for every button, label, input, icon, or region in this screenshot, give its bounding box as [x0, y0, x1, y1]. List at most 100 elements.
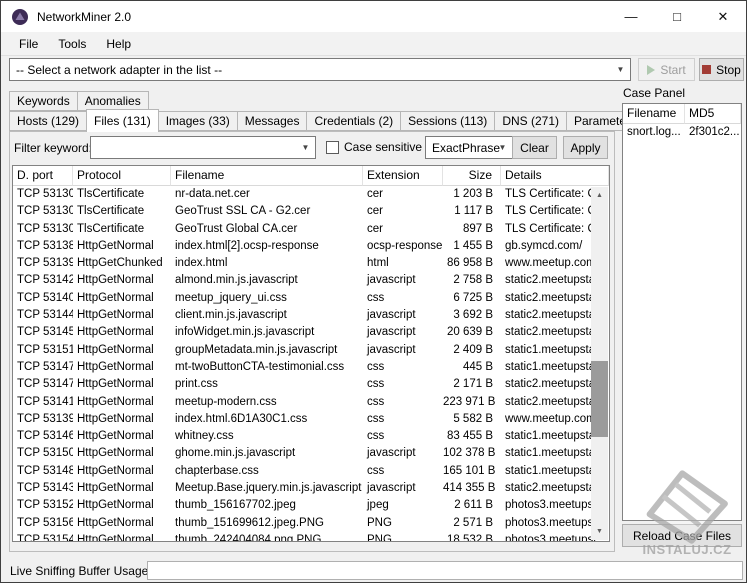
- tab[interactable]: DNS (271): [494, 111, 567, 131]
- table-row[interactable]: TCP 53151 HttpGetNormal groupMetadata.mi…: [13, 342, 609, 359]
- tab[interactable]: Credentials (2): [306, 111, 402, 131]
- table-row[interactable]: TCP 53139 HttpGetNormal index.html.6D1A3…: [13, 411, 609, 428]
- cell-extension: javascript: [367, 309, 416, 322]
- cell-dst-port: TCP 53147: [17, 378, 73, 391]
- tab[interactable]: Files (131): [86, 109, 159, 132]
- table-row[interactable]: TCP 53140 HttpGetNormal meetup_jquery_ui…: [13, 290, 609, 307]
- cell-case-md5: 2f301c2...: [689, 126, 740, 138]
- table-row[interactable]: TCP 53138 HttpGetNormal index.html[2].oc…: [13, 238, 609, 255]
- start-button[interactable]: Start: [638, 58, 695, 81]
- cell-protocol: HttpGetNormal: [77, 482, 154, 495]
- table-row[interactable]: TCP 53141 HttpGetNormal meetup-modern.cs…: [13, 394, 609, 411]
- table-row[interactable]: TCP 53144 HttpGetNormal client.min.js.ja…: [13, 307, 609, 324]
- filter-keyword-input[interactable]: [97, 138, 297, 157]
- tab[interactable]: Hosts (129): [9, 111, 88, 131]
- case-panel-title: Case Panel: [623, 86, 686, 100]
- close-button[interactable]: ✕: [700, 1, 746, 32]
- table-row[interactable]: TCP 53130 TlsCertificate GeoTrust SSL CA…: [13, 203, 609, 220]
- table-row[interactable]: TCP 53156 HttpGetNormal thumb_151699612.…: [13, 515, 609, 532]
- table-row[interactable]: TCP 53148 HttpGetNormal chapterbase.css …: [13, 463, 609, 480]
- column-header[interactable]: Protocol: [73, 166, 171, 186]
- cell-size: 2 758 B: [453, 274, 493, 287]
- column-header[interactable]: D. port: [13, 166, 73, 186]
- table-row[interactable]: TCP 53143 HttpGetNormal Meetup.Base.jque…: [13, 480, 609, 497]
- cell-filename: nr-data.net.cer: [175, 188, 250, 200]
- cell-filename: meetup_jquery_ui.css: [175, 291, 287, 304]
- cell-dst-port: TCP 53138: [17, 239, 73, 252]
- cell-filename: client.min.js.javascript: [175, 309, 287, 322]
- scroll-up-icon[interactable]: ▲: [591, 187, 608, 204]
- case-file-list: Filename MD5 snort.log... 2f301c2...: [622, 103, 742, 521]
- tab[interactable]: Sessions (113): [400, 111, 496, 131]
- stop-button[interactable]: Stop: [699, 58, 744, 81]
- cell-filename: print.css: [175, 378, 218, 391]
- column-header[interactable]: Filename: [623, 104, 685, 124]
- column-header[interactable]: Size: [443, 166, 501, 186]
- cell-extension: ocsp-response: [367, 239, 443, 252]
- table-row[interactable]: TCP 53152 HttpGetNormal thumb_156167702.…: [13, 497, 609, 514]
- network-adapter-select[interactable]: -- Select a network adapter in the list …: [9, 58, 631, 81]
- list-item[interactable]: snort.log... 2f301c2...: [623, 124, 741, 141]
- app-icon[interactable]: [11, 8, 29, 26]
- cell-protocol: HttpGetNormal: [77, 447, 154, 460]
- minimize-button[interactable]: —: [608, 1, 654, 32]
- cell-filename: thumb_156167702.jpeg: [175, 499, 296, 512]
- maximize-button[interactable]: □: [654, 1, 700, 32]
- table-row[interactable]: TCP 53139 HttpGetChunked index.html html…: [13, 255, 609, 272]
- cell-size: 86 958 B: [446, 257, 493, 270]
- cell-dst-port: TCP 53150: [17, 447, 73, 460]
- case-sensitive-checkbox[interactable]: [326, 141, 339, 154]
- tab[interactable]: Messages: [236, 111, 308, 131]
- cell-filename: groupMetadata.min.js.javascript: [175, 343, 338, 356]
- cell-size: 20 639 B: [446, 326, 493, 339]
- table-row[interactable]: TCP 53154 HttpGetNormal thumb_242404084.…: [13, 532, 609, 542]
- table-row[interactable]: TCP 53130 TlsCertificate GeoTrust Global…: [13, 221, 609, 238]
- cell-filename: whitney.css: [175, 430, 234, 443]
- table-row[interactable]: TCP 53146 HttpGetNormal whitney.css css …: [13, 428, 609, 445]
- cell-size: 2 611 B: [454, 499, 493, 512]
- start-button-label: Start: [660, 62, 686, 77]
- column-header[interactable]: Extension: [363, 166, 443, 186]
- cell-protocol: TlsCertificate: [77, 222, 145, 235]
- table-row[interactable]: TCP 53142 HttpGetNormal almond.min.js.ja…: [13, 272, 609, 289]
- filter-keyword-combo[interactable]: ▼: [90, 136, 316, 159]
- titlebar[interactable]: NetworkMiner 2.0 — □ ✕: [1, 1, 746, 32]
- scrollbar-thumb[interactable]: [591, 361, 608, 437]
- reload-case-files-button[interactable]: Reload Case Files: [622, 524, 742, 547]
- cell-extension: css: [367, 395, 385, 408]
- case-list-header: Filename MD5: [623, 104, 741, 124]
- cell-case-filename: snort.log...: [627, 126, 681, 138]
- table-row[interactable]: TCP 53145 HttpGetNormal infoWidget.min.j…: [13, 324, 609, 341]
- table-row[interactable]: TCP 53150 HttpGetNormal ghome.min.js.jav…: [13, 445, 609, 462]
- menu-item[interactable]: Tools: [48, 33, 96, 55]
- chevron-down-icon: ▼: [301, 143, 310, 152]
- cell-dst-port: TCP 53154: [17, 533, 73, 542]
- menu-item[interactable]: Help: [96, 33, 141, 55]
- case-list-body: snort.log... 2f301c2...: [623, 124, 741, 141]
- tab[interactable]: Images (33): [157, 111, 238, 131]
- cell-dst-port: TCP 53142: [17, 274, 73, 287]
- cell-size: 165 101 B: [443, 464, 496, 477]
- tab[interactable]: Anomalies: [76, 91, 149, 111]
- cell-protocol: HttpGetNormal: [77, 360, 154, 373]
- chevron-down-icon: ▼: [498, 143, 507, 152]
- column-header[interactable]: Details: [501, 166, 609, 186]
- table-row[interactable]: TCP 53147 HttpGetNormal mt-twoButtonCTA-…: [13, 359, 609, 376]
- table-row[interactable]: TCP 53130 TlsCertificate nr-data.net.cer…: [13, 186, 609, 203]
- cell-dst-port: TCP 53139: [17, 257, 73, 270]
- column-header[interactable]: MD5: [685, 104, 741, 124]
- scroll-down-icon[interactable]: ▼: [591, 523, 608, 540]
- cell-extension: javascript: [367, 326, 416, 339]
- cell-size: 414 355 B: [443, 482, 496, 495]
- match-mode-select[interactable]: ExactPhrase ▼: [425, 136, 513, 159]
- clear-button[interactable]: Clear: [512, 136, 557, 159]
- cell-protocol: HttpGetNormal: [77, 291, 154, 304]
- tab[interactable]: Keywords: [9, 91, 78, 111]
- cell-protocol: HttpGetNormal: [77, 239, 154, 252]
- column-header[interactable]: Filename: [171, 166, 363, 186]
- vertical-scrollbar[interactable]: ▲ ▼: [591, 187, 608, 540]
- menu-item[interactable]: File: [9, 33, 48, 55]
- cell-extension: css: [367, 360, 385, 373]
- apply-button[interactable]: Apply: [563, 136, 608, 159]
- table-row[interactable]: TCP 53147 HttpGetNormal print.css css 2 …: [13, 376, 609, 393]
